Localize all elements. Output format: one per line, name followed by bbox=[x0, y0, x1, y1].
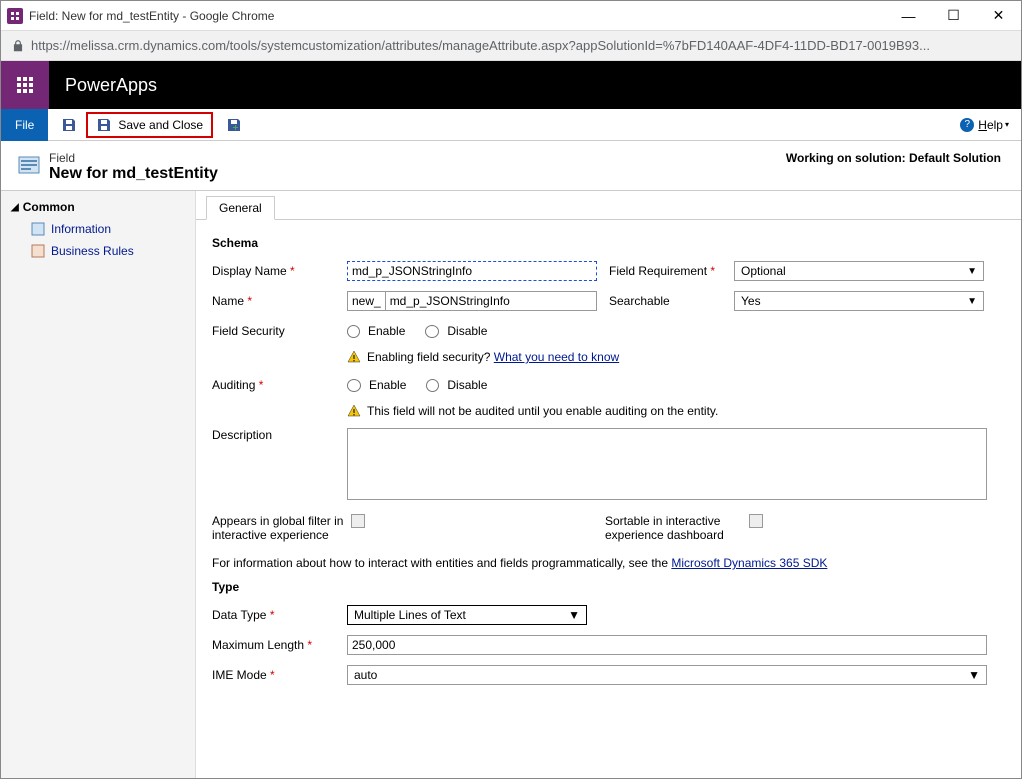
ime-mode-select[interactable]: auto▼ bbox=[347, 665, 987, 685]
nav-section-common[interactable]: ◢Common bbox=[1, 196, 195, 218]
label-max-length: Maximum Length bbox=[212, 638, 347, 652]
save-and-new-button[interactable] bbox=[223, 114, 245, 136]
page-title: New for md_testEntity bbox=[49, 165, 218, 183]
appears-filter-checkbox[interactable] bbox=[351, 514, 365, 528]
data-type-select[interactable]: Multiple Lines of Text▼ bbox=[347, 605, 587, 625]
file-menu-button[interactable]: File bbox=[1, 109, 48, 141]
auditing-disable-radio[interactable] bbox=[426, 379, 439, 392]
label-ime-mode: IME Mode bbox=[212, 668, 347, 682]
sdk-hint: For information about how to interact wi… bbox=[212, 556, 1005, 570]
nav-item-business-rules[interactable]: Business Rules bbox=[1, 240, 195, 262]
ribbon: File Save and Close ? Help ▾ bbox=[1, 109, 1021, 141]
app-favicon bbox=[7, 8, 23, 24]
window-title: Field: New for md_testEntity - Google Ch… bbox=[29, 9, 886, 23]
audit-warning: This field will not be audited until you… bbox=[347, 404, 1005, 418]
sortable-checkbox[interactable] bbox=[749, 514, 763, 528]
save-and-close-button[interactable]: Save and Close bbox=[86, 112, 213, 138]
maximize-button[interactable]: ☐ bbox=[931, 1, 976, 31]
field-requirement-select[interactable]: Optional▼ bbox=[734, 261, 984, 281]
save-button[interactable] bbox=[58, 114, 80, 136]
warning-icon bbox=[347, 350, 361, 364]
lock-icon bbox=[11, 39, 25, 53]
app-header: PowerApps bbox=[1, 61, 1021, 109]
label-appears-filter: Appears in global filter in interactive … bbox=[212, 514, 347, 542]
address-bar: https://melissa.crm.dynamics.com/tools/s… bbox=[1, 31, 1021, 61]
label-name: Name bbox=[212, 294, 347, 308]
help-icon: ? bbox=[960, 118, 974, 132]
label-searchable: Searchable bbox=[609, 294, 734, 308]
save-and-close-label: Save and Close bbox=[118, 118, 203, 132]
browser-titlebar: Field: New for md_testEntity - Google Ch… bbox=[1, 1, 1021, 31]
url-text[interactable]: https://melissa.crm.dynamics.com/tools/s… bbox=[31, 38, 930, 53]
security-disable-radio[interactable] bbox=[425, 325, 439, 338]
label-sortable: Sortable in interactive experience dashb… bbox=[605, 514, 745, 542]
name-prefix: new_ bbox=[348, 292, 386, 310]
security-enable-radio[interactable] bbox=[347, 325, 360, 338]
close-button[interactable]: ✕ bbox=[976, 1, 1021, 31]
minimize-button[interactable]: — bbox=[886, 1, 931, 31]
auditing-enable-radio[interactable] bbox=[347, 379, 361, 392]
field-icon bbox=[15, 151, 43, 179]
warning-icon bbox=[347, 404, 361, 418]
security-warn-link[interactable]: What you need to know bbox=[494, 350, 619, 364]
section-schema: Schema bbox=[212, 236, 1005, 250]
searchable-select[interactable]: Yes▼ bbox=[734, 291, 984, 311]
label-description: Description bbox=[212, 428, 347, 442]
max-length-input[interactable] bbox=[347, 635, 987, 655]
display-name-input[interactable] bbox=[347, 261, 597, 281]
tab-general[interactable]: General bbox=[206, 196, 275, 220]
name-input-wrap[interactable]: new_ bbox=[347, 291, 597, 311]
sdk-link[interactable]: Microsoft Dynamics 365 SDK bbox=[671, 556, 827, 570]
app-launcher-button[interactable] bbox=[1, 61, 49, 109]
nav-item-information[interactable]: Information bbox=[1, 218, 195, 240]
description-input[interactable] bbox=[347, 428, 987, 500]
help-menu[interactable]: ? Help ▾ bbox=[960, 118, 1009, 132]
label-field-requirement: Field Requirement bbox=[609, 264, 734, 278]
label-display-name: Display Name bbox=[212, 264, 347, 278]
crumb-type: Field bbox=[49, 151, 218, 165]
label-auditing: Auditing bbox=[212, 378, 347, 392]
security-warning: Enabling field security? What you need t… bbox=[347, 350, 1005, 364]
brand-label: PowerApps bbox=[65, 75, 157, 96]
section-type: Type bbox=[212, 580, 1005, 594]
label-field-security: Field Security bbox=[212, 324, 347, 338]
name-input[interactable] bbox=[386, 292, 596, 310]
label-data-type: Data Type bbox=[212, 608, 347, 622]
solution-label: Working on solution: Default Solution bbox=[786, 151, 1001, 165]
